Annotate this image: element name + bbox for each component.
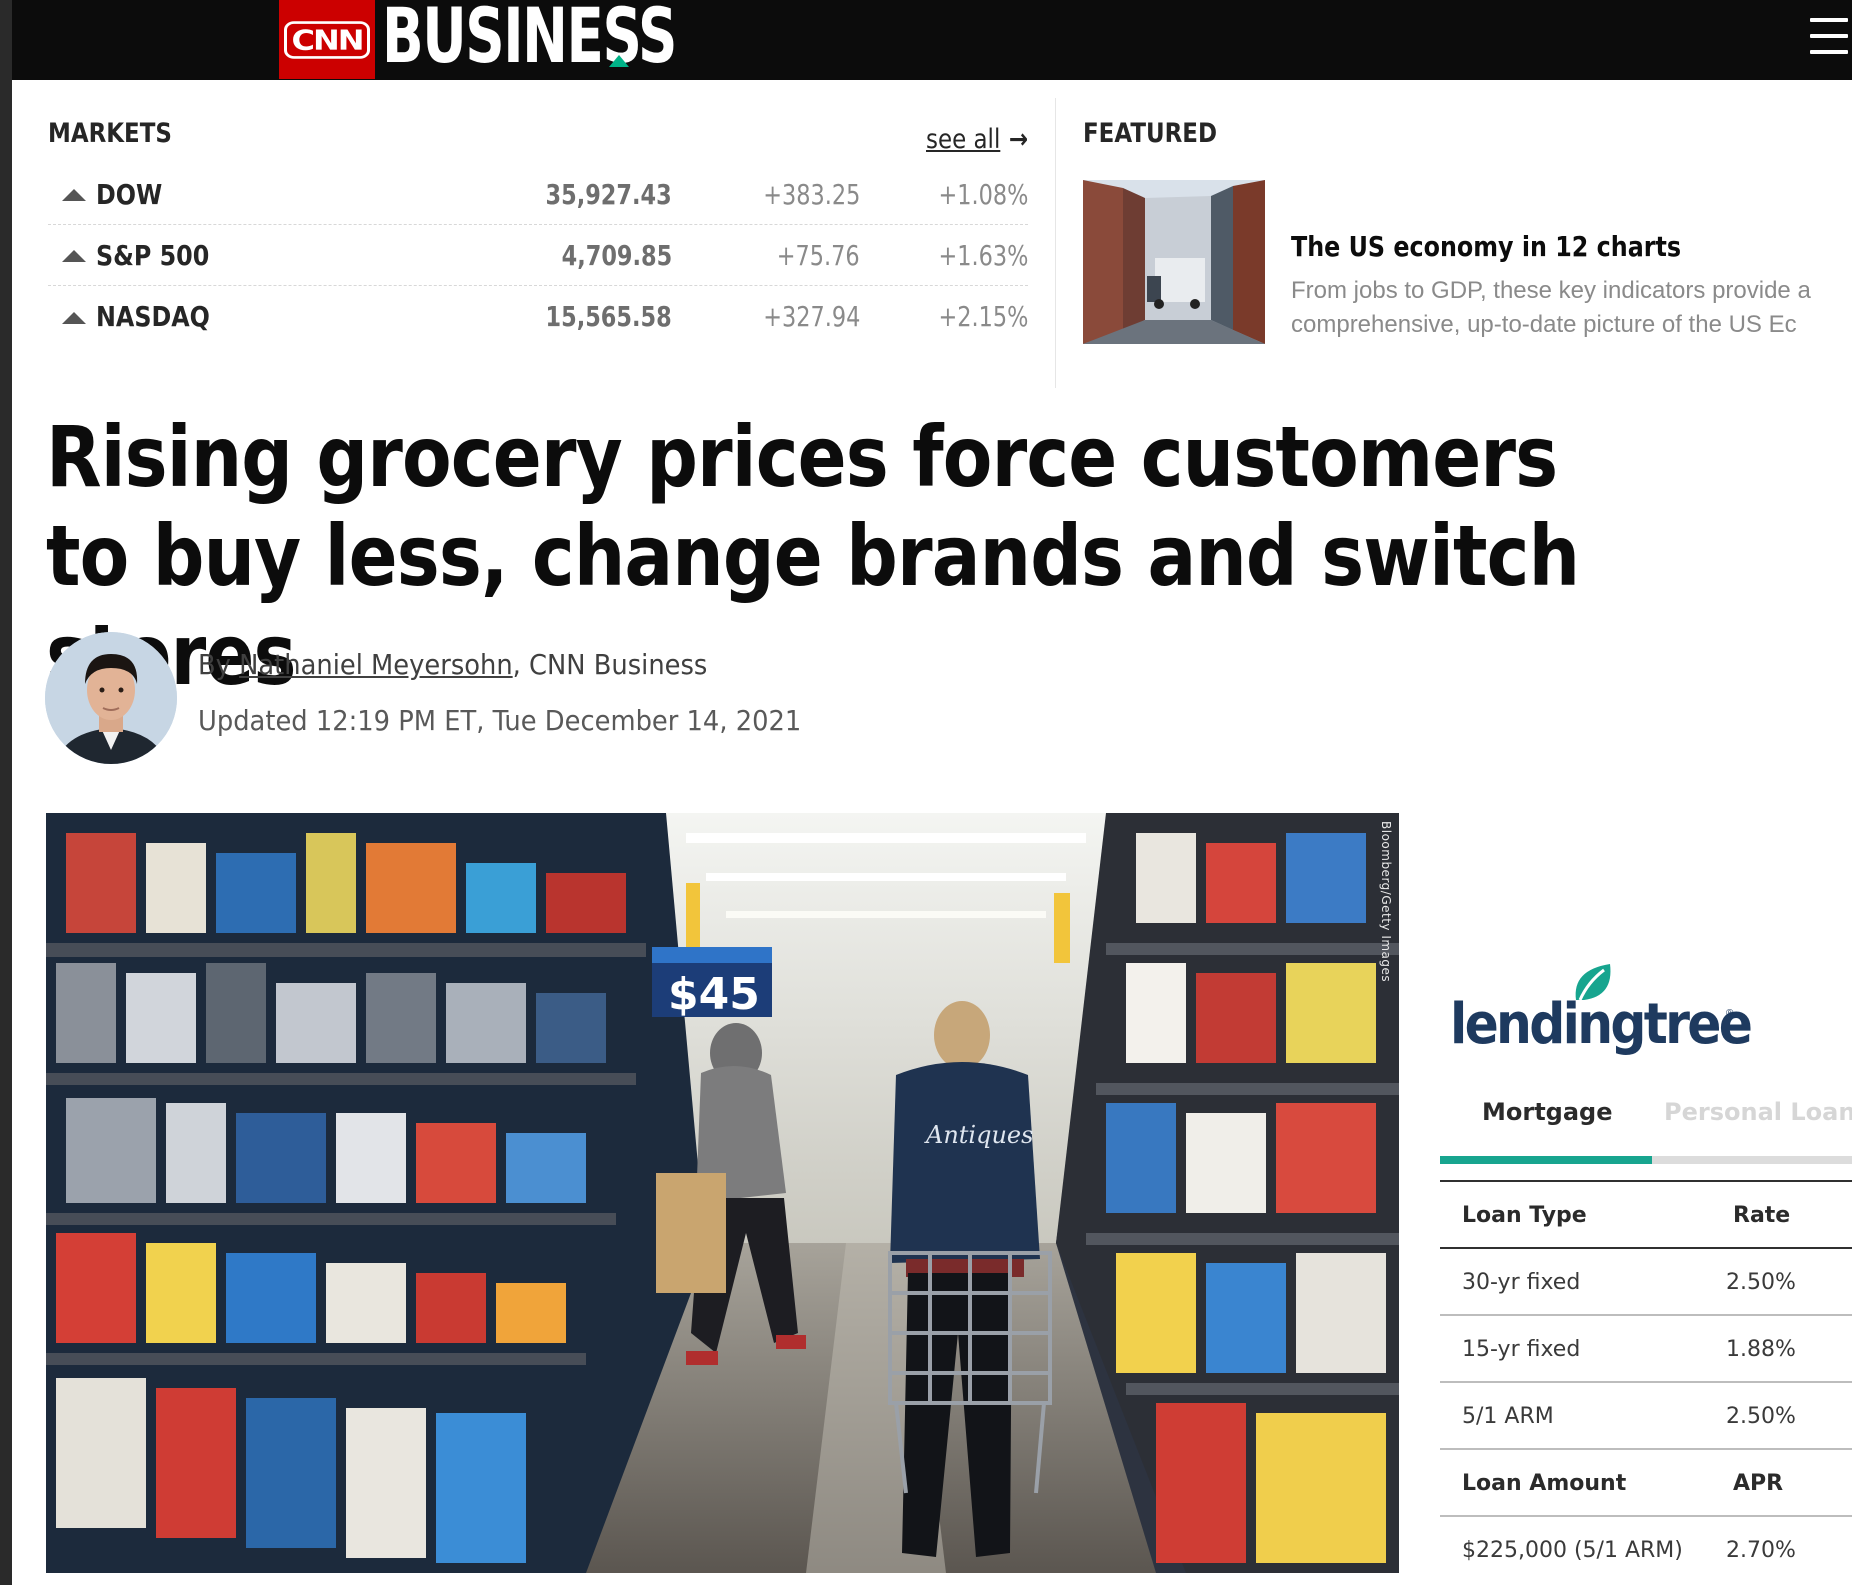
lendingtree-logo-text: lendingtree	[1450, 992, 1753, 1057]
byline-prefix: By	[198, 648, 240, 681]
featured-description-line: From jobs to GDP, these key indicators p…	[1291, 277, 1811, 304]
business-section-title[interactable]: BUSINESS	[382, 0, 677, 76]
market-value: 35,927.43	[545, 177, 672, 211]
market-row-sp500[interactable]: S&P 500 4,709.85 +75.76 +1.63%	[48, 225, 1028, 286]
rate-cell: 1.88%	[1726, 1337, 1796, 1362]
loan-type-cell: 30-yr fixed	[1462, 1270, 1581, 1295]
markets-header: MARKETS see all →	[48, 118, 1028, 164]
market-change: +383.25	[762, 177, 860, 211]
tab-indicator-active	[1440, 1156, 1652, 1164]
menu-bar	[1810, 34, 1848, 38]
article-updated-timestamp: Updated 12:19 PM ET, Tue December 14, 20…	[198, 704, 802, 737]
registered-mark-icon: ®	[1726, 1008, 1734, 1019]
featured-description: From jobs to GDP, these key indicators p…	[1291, 274, 1852, 342]
author-link[interactable]: Nathaniel Meyersohn	[239, 648, 513, 681]
market-row-dow[interactable]: DOW 35,927.43 +383.25 +1.08%	[48, 164, 1028, 225]
up-triangle-icon	[62, 311, 86, 324]
market-value: 15,565.58	[545, 300, 672, 333]
market-percent: +1.63%	[938, 238, 1028, 272]
mortgage-rate-table: Loan Type Rate 30-yr fixed 2.50% 15-yr f…	[1440, 1180, 1852, 1584]
featured-title[interactable]: The US economy in 12 charts	[1291, 230, 1681, 263]
rate-cell: 2.50%	[1726, 1270, 1796, 1295]
apr-cell: 2.70%	[1726, 1538, 1796, 1563]
market-value: 4,709.85	[561, 238, 672, 272]
column-header-loan-amount: Loan Amount	[1462, 1471, 1627, 1496]
author-avatar[interactable]	[45, 632, 177, 764]
loan-amount-cell: $225,000 (5/1 ARM)	[1462, 1538, 1683, 1563]
lendingtree-widget: lendingtree ® Mortgage Personal Loans Lo…	[1440, 960, 1852, 1584]
loan-type-cell: 5/1 ARM	[1462, 1404, 1554, 1429]
hamburger-menu-icon[interactable]	[1810, 18, 1848, 54]
column-header-loan-type: Loan Type	[1462, 1203, 1587, 1228]
lendingtree-logo[interactable]: lendingtree ®	[1440, 960, 1852, 1070]
site-header: CNN BUSINESS	[12, 0, 1852, 80]
byline-suffix: , CNN Business	[512, 648, 708, 681]
lendingtree-tabs: Mortgage Personal Loans	[1440, 1070, 1852, 1164]
featured-description-line: comprehensive, up-to-date picture of the…	[1291, 311, 1797, 338]
svg-text:Antiques: Antiques	[924, 1121, 1033, 1149]
rate-cell: 2.50%	[1726, 1404, 1796, 1429]
market-change: +327.94	[762, 300, 860, 333]
table-row[interactable]: 15-yr fixed 1.88%	[1440, 1316, 1852, 1383]
featured-thumbnail-image[interactable]	[1083, 180, 1265, 344]
business-triangle-icon	[609, 55, 629, 67]
page: CNN BUSINESS MARKETS see all → DOW 35,927…	[0, 0, 1852, 1585]
cnn-logo-text: CNN	[284, 20, 370, 59]
up-triangle-icon	[62, 250, 86, 262]
article-hero-image[interactable]: $45 Antiques Bloomberg/Getty Images	[46, 813, 1399, 1573]
market-row-nasdaq[interactable]: NASDAQ 15,565.58 +327.94 +2.15%	[48, 286, 1028, 347]
article-byline: By Nathaniel Meyersohn, CNN Business	[198, 648, 707, 681]
arrow-right-icon: →	[1008, 124, 1028, 155]
menu-bar	[1810, 50, 1848, 54]
market-percent: +1.08%	[938, 177, 1028, 211]
market-rows: DOW 35,927.43 +383.25 +1.08% S&P 500 4,7…	[48, 164, 1028, 347]
market-name: NASDAQ	[96, 300, 210, 333]
up-triangle-icon	[62, 189, 86, 201]
markets-panel: MARKETS see all → DOW 35,927.43 +383.25 +…	[48, 118, 1028, 347]
cnn-logo[interactable]: CNN	[279, 0, 375, 79]
market-name: DOW	[96, 177, 163, 211]
market-percent: +2.15%	[938, 300, 1028, 333]
tab-personal-loans[interactable]: Personal Loans	[1664, 1098, 1852, 1126]
column-header-apr: APR	[1733, 1471, 1784, 1496]
tab-mortgage[interactable]: Mortgage	[1482, 1098, 1613, 1126]
column-header-rate: Rate	[1733, 1203, 1791, 1228]
featured-story[interactable]: The US economy in 12 charts From jobs to…	[1083, 180, 1852, 350]
price-sign-text: $45	[668, 969, 760, 1020]
menu-bar	[1810, 18, 1848, 22]
market-name: S&P 500	[96, 238, 210, 272]
market-change: +75.76	[777, 238, 860, 272]
table-row[interactable]: $225,000 (5/1 ARM) 2.70%	[1440, 1517, 1852, 1584]
table-row[interactable]: 30-yr fixed 2.50%	[1440, 1249, 1852, 1316]
tab-indicator-track	[1440, 1156, 1852, 1164]
see-all-link[interactable]: see all →	[926, 124, 1028, 155]
table-row[interactable]: 5/1 ARM 2.50%	[1440, 1383, 1852, 1450]
table-header-row: Loan Amount APR	[1440, 1450, 1852, 1517]
table-header-row: Loan Type Rate	[1440, 1182, 1852, 1249]
featured-label: FEATURED	[1083, 118, 1218, 149]
see-all-text: see all	[925, 124, 1001, 155]
image-credit: Bloomberg/Getty Images	[1379, 821, 1393, 983]
markets-label: MARKETS	[48, 118, 172, 149]
loan-type-cell: 15-yr fixed	[1462, 1337, 1581, 1362]
featured-panel: FEATURED The US economy in 12 charts Fro…	[1083, 118, 1852, 350]
section-divider	[1055, 98, 1056, 388]
